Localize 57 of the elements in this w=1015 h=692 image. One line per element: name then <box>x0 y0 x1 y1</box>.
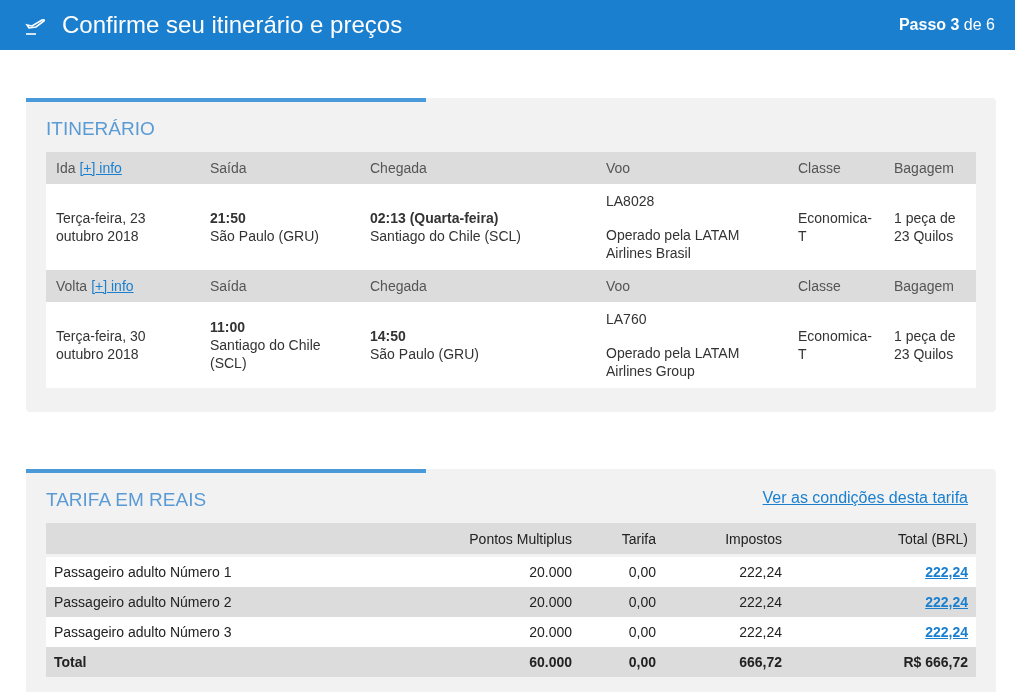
operator-text: Operado pela LATAM Airlines Group <box>606 344 741 380</box>
table-cell: 0,00 <box>580 617 664 647</box>
table-header-cell: Saída <box>200 270 360 302</box>
table-header-cell: Voo <box>596 270 788 302</box>
table-cell: Passageiro adulto Número 3 <box>46 617 430 647</box>
total-cell: 666,72 <box>664 647 790 677</box>
table-header-cell: Pontos Multiplus <box>430 523 580 554</box>
table-cell: Economica-T <box>788 184 884 270</box>
total-cell: R$ 666,72 <box>790 647 976 677</box>
table-header-cell: Saída <box>200 152 360 184</box>
leg-label: Volta <box>56 278 88 294</box>
table-cell: Economica-T <box>788 302 884 388</box>
table-header-cell: Bagagem <box>884 152 976 184</box>
table-header-cell: Tarifa <box>580 523 664 554</box>
table-cell: 222,24 <box>664 617 790 647</box>
page-title: Confirme seu itinerário e preços <box>62 11 404 39</box>
leg-label: Ida <box>56 160 76 176</box>
table-header-cell: Impostos <box>664 523 790 554</box>
total-cell: Total <box>46 647 430 677</box>
table-header-cell: Chegada <box>360 270 596 302</box>
section-title: TARIFA EM REAIS <box>46 488 207 512</box>
table-cell: 02:13 (Quarta-feira) Santiago do Chile (SCL) <box>360 184 596 270</box>
table-cell: Terça-feira, 30 outubro 2018 <box>46 302 200 388</box>
total-link[interactable]: 222,24 <box>925 594 968 610</box>
table-cell: 14:50 São Paulo (GRU) <box>360 302 596 388</box>
table-cell: Passageiro adulto Número 1 <box>46 557 430 587</box>
total-cell: 60.000 <box>430 647 580 677</box>
table-cell: 11:00 Santiago do Chile (SCL) <box>200 302 360 388</box>
table-cell: 0,00 <box>580 557 664 587</box>
table-cell: 20.000 <box>430 587 580 617</box>
info-link[interactable]: [+] info <box>91 278 134 294</box>
info-link[interactable]: [+] info <box>79 160 122 176</box>
table-header-cell: Classe <box>788 152 884 184</box>
table-cell: Terça-feira, 23 outubro 2018 <box>46 184 200 270</box>
table-cell: 21:50 São Paulo (GRU) <box>200 184 360 270</box>
table-header-cell: Bagagem <box>884 270 976 302</box>
step-indicator: Passo 3 de 6 <box>898 16 995 34</box>
table-cell: 0,00 <box>580 587 664 617</box>
conditions-link[interactable]: Ver as condições desta tarifa <box>762 489 968 507</box>
table-header-cell: Voo <box>596 152 788 184</box>
total-link[interactable]: 222,24 <box>925 564 968 580</box>
operator-text: Operado pela LATAM Airlines Brasil <box>606 226 741 262</box>
table-cell: Passageiro adulto Número 2 <box>46 587 430 617</box>
table-header-cell: Classe <box>788 270 884 302</box>
total-link[interactable]: 222,24 <box>925 624 968 640</box>
table-header-cell: Chegada <box>360 152 596 184</box>
table-cell: 1 peça de 23 Quilos <box>884 184 976 270</box>
table-header-cell: Total (BRL) <box>790 523 976 554</box>
total-cell: 0,00 <box>580 647 664 677</box>
table-cell: 222,24 <box>664 557 790 587</box>
table-cell: 20.000 <box>430 617 580 647</box>
section-title: ITINERÁRIO <box>46 117 156 141</box>
table-cell: 222,24 <box>664 587 790 617</box>
flight-number: LA8028 <box>606 192 656 210</box>
flight-number: LA760 <box>606 310 648 328</box>
table-cell: 20.000 <box>430 557 580 587</box>
table-cell: 1 peça de 23 Quilos <box>884 302 976 388</box>
